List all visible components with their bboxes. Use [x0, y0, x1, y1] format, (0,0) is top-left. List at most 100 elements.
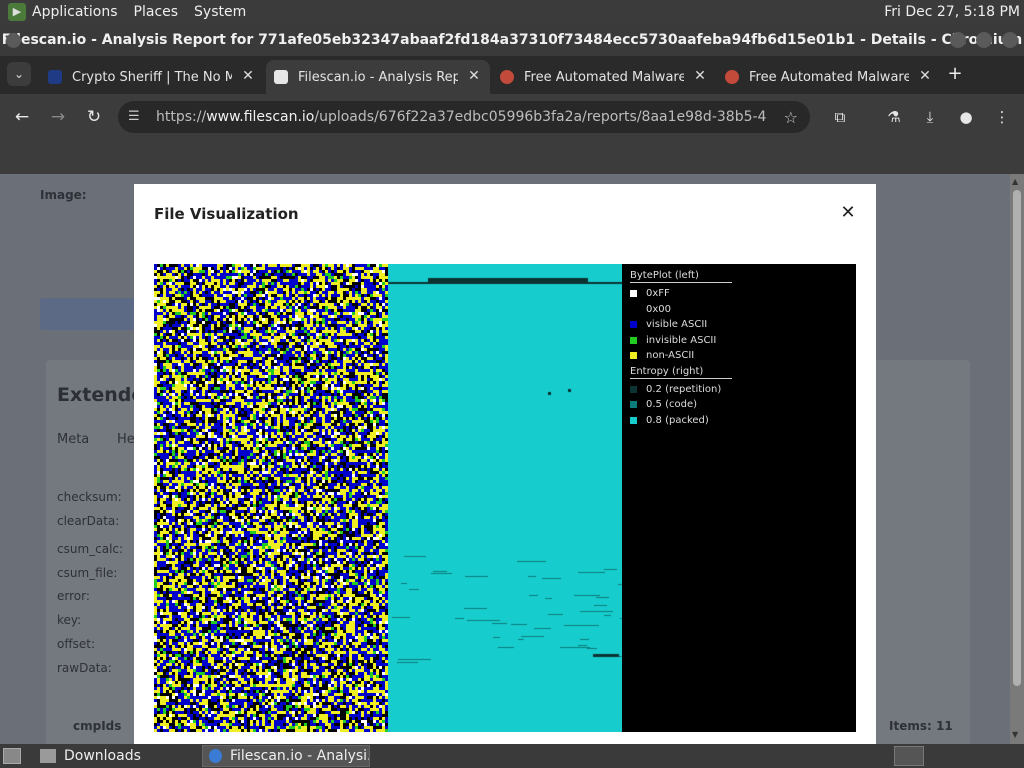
byteplot-legend-label: 0x00 [646, 303, 672, 315]
bookmark-star-icon[interactable]: ☆ [784, 108, 798, 127]
entropy-legend-label: 0.2 (repetition) [646, 383, 722, 395]
new-tab-button[interactable]: + [944, 63, 966, 85]
tab-header[interactable]: He [117, 432, 135, 447]
taskbar-item-label: Filescan.io - Analysi... [229, 748, 369, 764]
tab-meta[interactable]: Meta [57, 432, 89, 447]
entropy-legend-title: Entropy (right) [630, 366, 732, 379]
tab-title: Free Automated Malware Analysis [524, 69, 684, 85]
taskbar: Downloads Filescan.io - Analysi... [0, 744, 1024, 768]
modal-title: File Visualization [154, 205, 299, 223]
byteplot-legend-label: visible ASCII [646, 319, 708, 331]
window-menu-icon[interactable] [6, 33, 21, 48]
maximize-button[interactable] [976, 32, 992, 48]
field-label: csum_calc: [57, 542, 124, 556]
scrollbar-thumb[interactable] [1013, 190, 1021, 686]
menu-system[interactable]: System [194, 4, 246, 20]
tab-title: Free Automated Malware Analysis [749, 69, 909, 85]
entropy-legend-swatch [630, 401, 637, 409]
field-label: key: [57, 613, 82, 627]
file-visualization-image: BytePlot (left) 0xFF 0x00 visible ASCII inv… [154, 264, 856, 732]
show-desktop-icon[interactable] [3, 748, 21, 764]
field-label: csum_file: [57, 566, 118, 580]
items-count: Items: 11 [889, 719, 953, 733]
field-label: checksum: [57, 490, 122, 504]
close-window-button[interactable] [1002, 32, 1018, 48]
file-visualization-modal: File Visualization ✕ BytePlot (left) 0xF… [134, 184, 876, 744]
reload-button[interactable]: ↻ [82, 105, 106, 129]
chromium-icon [209, 749, 222, 763]
filescan-favicon-icon [274, 70, 288, 84]
browser-menu-icon[interactable]: ⋮ [990, 105, 1014, 129]
crypto-sheriff-favicon-icon [48, 70, 62, 84]
byteplot-legend-label: 0xFF [646, 288, 670, 300]
malware-analysis-favicon-icon [725, 70, 739, 84]
forward-button[interactable]: → [46, 105, 70, 129]
visualization-legend: BytePlot (left) 0xFF 0x00 visible ASCII inv… [630, 270, 740, 428]
page-scrollbar[interactable]: ▲ ▼ [1010, 174, 1024, 744]
background-banner [40, 298, 140, 330]
window-title: Filescan.io - Analysis Report for 771afe… [1, 32, 1023, 48]
applications-menu-icon[interactable]: ▶ [8, 3, 26, 21]
byteplot-legend-item: visible ASCII [630, 317, 740, 333]
menu-places[interactable]: Places [134, 4, 179, 20]
entropy-legend-label: 0.5 (code) [646, 399, 698, 411]
menu-applications[interactable]: Applications [32, 4, 118, 20]
clock[interactable]: Fri Dec 27, 5:18 PM [884, 4, 1020, 20]
url-text[interactable]: https://www.filescan.io/uploads/676f22a3… [156, 101, 766, 133]
tab-search-button[interactable]: ⌄ [7, 62, 31, 86]
byteplot-legend-title: BytePlot (left) [630, 270, 732, 283]
malware-analysis-favicon-icon [500, 70, 514, 84]
tab-filescan[interactable]: Filescan.io - Analysis Report ✕ [266, 60, 490, 94]
tab-malware-analysis-1[interactable]: Free Automated Malware Analysis ✕ [492, 60, 716, 94]
tab-crypto-sheriff[interactable]: Crypto Sheriff | The No More Ransom Proj… [40, 60, 264, 94]
address-bar[interactable]: ☰ https://www.filescan.io/uploads/676f22… [118, 101, 810, 133]
tab-close-icon[interactable]: ✕ [466, 68, 482, 84]
byteplot-legend-item: invisible ASCII [630, 333, 740, 349]
tab-close-icon[interactable]: ✕ [240, 68, 256, 84]
byteplot-legend-label: non-ASCII [646, 350, 695, 362]
byteplot-canvas [154, 264, 388, 732]
entropy-legend-swatch [630, 385, 637, 393]
cmpids-label: cmpIds [73, 719, 122, 733]
taskbar-downloads[interactable]: Downloads [34, 745, 200, 767]
tab-strip: ⌄ Crypto Sheriff | The No More Ransom Pr… [0, 56, 1024, 94]
byteplot-legend-item: 0x00 [630, 302, 740, 318]
minimize-button[interactable] [950, 32, 966, 48]
back-button[interactable]: ← [10, 105, 34, 129]
byteplot-legend-swatch [630, 321, 637, 329]
scroll-up-icon[interactable]: ▲ [1012, 177, 1018, 186]
tray-chromium-icon[interactable] [894, 746, 924, 766]
labs-flask-icon[interactable]: ⚗ [882, 105, 906, 129]
download-icon[interactable]: ⤓ [918, 105, 942, 129]
entropy-legend-item: 0.5 (code) [630, 397, 740, 413]
entropy-legend-swatch [630, 416, 637, 424]
byteplot-legend-swatch [630, 305, 637, 313]
entropy-legend-item: 0.2 (repetition) [630, 382, 740, 398]
tab-close-icon[interactable]: ✕ [917, 68, 933, 84]
tab-title: Crypto Sheriff | The No More Ransom Proj… [72, 69, 232, 85]
byteplot-legend-item: non-ASCII [630, 348, 740, 364]
field-label: offset: [57, 637, 95, 651]
site-info-icon[interactable]: ☰ [128, 109, 144, 125]
image-label: Image: [40, 188, 87, 202]
scroll-down-icon[interactable]: ▼ [1012, 730, 1018, 739]
browser-toolbar: ← → ↻ ☰ https://www.filescan.io/uploads/… [0, 94, 1024, 140]
byteplot-legend-label: invisible ASCII [646, 334, 717, 346]
entropy-legend-item: 0.8 (packed) [630, 413, 740, 429]
byteplot-legend-swatch [630, 290, 637, 298]
taskbar-item-label: Downloads [64, 748, 141, 764]
bookmarks-bar [0, 140, 1024, 174]
extensions-icon[interactable]: ⧉ [828, 105, 852, 129]
tab-malware-analysis-2[interactable]: Free Automated Malware Analysis ✕ [717, 60, 941, 94]
top-panel: ▶ Applications Places System Fri Dec 27,… [0, 0, 1024, 24]
taskbar-chromium[interactable]: Filescan.io - Analysi... [202, 745, 370, 767]
tab-title: Filescan.io - Analysis Report [298, 69, 458, 85]
entropy-canvas [388, 264, 622, 732]
field-label: error: [57, 589, 90, 603]
field-label: clearData: [57, 514, 120, 528]
tab-close-icon[interactable]: ✕ [692, 68, 708, 84]
modal-close-button[interactable]: ✕ [839, 204, 857, 222]
field-label: rawData: [57, 661, 112, 675]
entropy-legend-label: 0.8 (packed) [646, 414, 709, 426]
profile-avatar-icon[interactable]: ● [954, 105, 978, 129]
